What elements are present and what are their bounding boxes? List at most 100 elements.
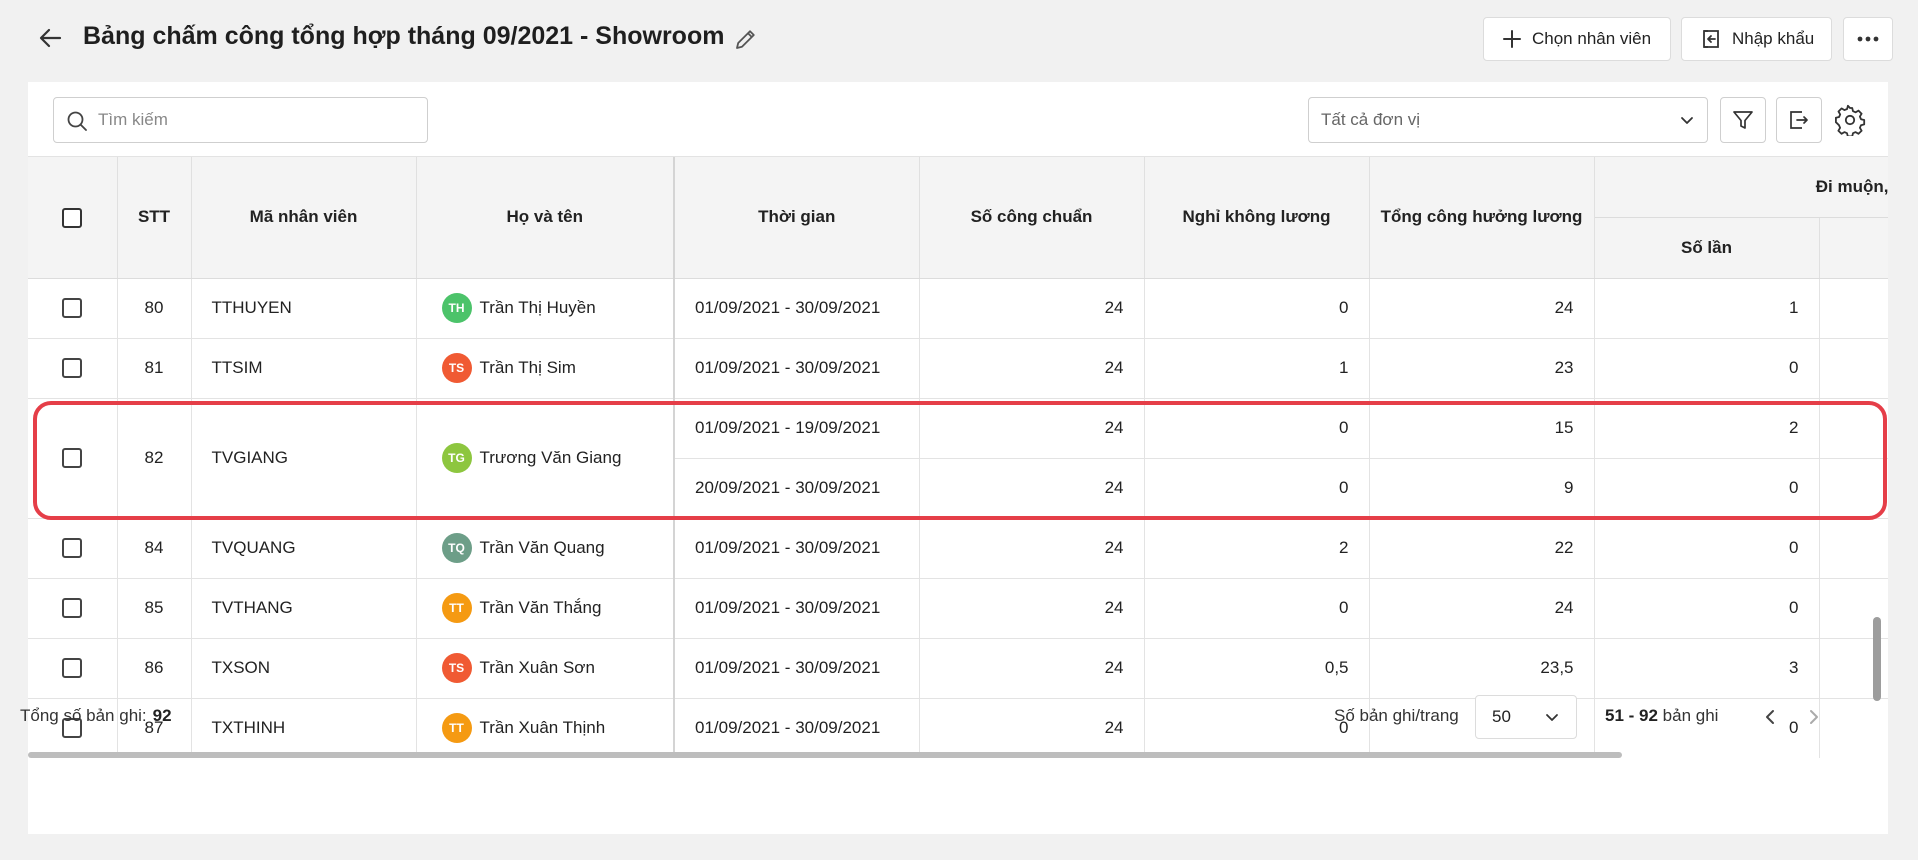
next-page-button[interactable] — [1802, 705, 1826, 729]
table-row[interactable]: 80 TTHUYEN TH Trần Thị Huyền 01/09/2021 - 30… — [28, 278, 1888, 339]
header-bar: Bảng chấm công tổng hợp tháng 09/2021 - … — [0, 0, 1918, 80]
cell-stt: 86 — [117, 638, 192, 699]
cell-time: 01/09/2021 - 19/09/2021 — [673, 398, 920, 459]
import-icon — [1703, 30, 1719, 48]
cell-stt: 80 — [117, 278, 192, 339]
per-page-label: Số bản ghi/trang — [1334, 706, 1459, 725]
cell-paid-total: 24 — [1369, 278, 1595, 339]
export-icon — [1790, 111, 1808, 129]
table-row[interactable]: 84 TVQUANG TQ Trần Văn Quang 01/09/2021 - 30… — [28, 518, 1888, 579]
plus-icon — [1503, 30, 1521, 48]
cell-standard-days: 24 — [919, 518, 1145, 579]
more-button[interactable] — [1843, 17, 1893, 61]
cell-unpaid-leave: 0 — [1144, 458, 1370, 519]
choose-employee-button[interactable]: Chọn nhân viên — [1483, 17, 1671, 61]
import-label: Nhập khẩu — [1732, 29, 1815, 48]
row-select-cell — [28, 638, 118, 699]
total-label: Tổng số bản ghi: — [20, 706, 147, 725]
cell-full-name: TS Trần Xuân Sơn — [416, 638, 675, 699]
col-header-stt[interactable]: STT — [117, 157, 192, 279]
col-header-employee-code[interactable]: Mã nhân viên — [191, 157, 417, 279]
row-checkbox[interactable] — [62, 598, 83, 619]
row-select-cell — [28, 578, 118, 639]
employee-name: TG Trương Văn Giang — [441, 443, 654, 473]
select-all-checkbox[interactable] — [62, 207, 83, 228]
cell-standard-days: 24 — [919, 578, 1145, 639]
cell-standard-days: 24 — [919, 638, 1145, 699]
row-checkbox[interactable] — [62, 658, 83, 679]
more-icon — [1857, 36, 1879, 42]
settings-button[interactable] — [1834, 104, 1866, 138]
search-input[interactable] — [98, 100, 418, 140]
cell-time: 01/09/2021 - 30/09/2021 — [673, 698, 920, 758]
export-button[interactable] — [1776, 97, 1822, 143]
cell-full-name: TG Trương Văn Giang — [416, 398, 675, 519]
employee-name-text: Trần Thị Sim — [479, 358, 576, 377]
cell-employee-code: TVTHANG — [191, 578, 417, 639]
employee-name: TT Trần Xuân Thịnh — [441, 713, 654, 743]
row-select-cell — [28, 398, 118, 519]
cell-time: 01/09/2021 - 30/09/2021 — [673, 338, 920, 399]
employee-name: TS Trần Xuân Sơn — [441, 653, 654, 683]
page-title: Bảng chấm công tổng hợp tháng 09/2021 - … — [83, 22, 725, 50]
cell-standard-days: 24 — [919, 458, 1145, 519]
chevron-left-icon — [1766, 710, 1774, 724]
filter-button[interactable] — [1720, 97, 1766, 143]
cell-time: 01/09/2021 - 30/09/2021 — [673, 278, 920, 339]
total-value: 92 — [152, 706, 172, 725]
import-button[interactable]: Nhập khẩu — [1681, 17, 1832, 61]
chevron-down-icon — [1546, 714, 1558, 721]
row-checkbox[interactable] — [62, 448, 83, 469]
col-header-standard-days[interactable]: Số công chuẩn — [919, 157, 1145, 279]
per-page-select[interactable]: 50 — [1475, 695, 1577, 739]
employee-name: TT Trần Văn Thắng — [441, 593, 654, 623]
cell-employee-code: TXTHINH — [191, 698, 417, 758]
cell-full-name: TQ Trần Văn Quang — [416, 518, 675, 579]
cell-time: 20/09/2021 - 30/09/2021 — [673, 458, 920, 519]
cell-employee-code: TVGIANG — [191, 398, 417, 519]
table-row[interactable]: 86 TXSON TS Trần Xuân Sơn 01/09/2021 - 30/09… — [28, 638, 1888, 699]
total-records: Tổng số bản ghi: 92 — [20, 706, 172, 726]
table-row[interactable]: 82 TVGIANG TG Trương Văn Giang 01/09/2021 - … — [28, 398, 1888, 519]
avatar: TQ — [441, 533, 472, 563]
edit-title-button[interactable] — [732, 25, 760, 53]
cell-employee-code: TVQUANG — [191, 518, 417, 579]
cell-paid-total: 15 — [1369, 398, 1595, 459]
table-body: 80 TTHUYEN TH Trần Thị Huyền 01/09/2021 - 30… — [28, 278, 1888, 758]
back-button[interactable] — [36, 24, 64, 52]
employee-name-text: Trần Xuân Thịnh — [479, 718, 606, 737]
cell-unpaid-leave: 2 — [1144, 518, 1370, 579]
cell-next — [1819, 338, 1888, 399]
cell-full-name: TT Trần Xuân Thịnh — [416, 698, 675, 758]
avatar: TS — [441, 653, 472, 683]
cell-stt: 81 — [117, 338, 192, 399]
horizontal-scrollbar[interactable] — [28, 752, 1622, 758]
prev-page-button[interactable] — [1758, 705, 1782, 729]
table-row[interactable]: 81 TTSIM TS Trần Thị Sim 01/09/2021 - 30/09/… — [28, 338, 1888, 399]
col-header-unpaid-leave[interactable]: Nghỉ không lương — [1144, 157, 1370, 279]
col-header-full-name[interactable]: Họ và tên — [416, 157, 675, 279]
select-all-header — [28, 157, 118, 279]
col-header-paid-total[interactable]: Tổng công hưởng lương — [1369, 157, 1595, 279]
unit-select[interactable]: Tất cả đơn vị — [1308, 97, 1708, 143]
cell-unpaid-leave: 0 — [1144, 278, 1370, 339]
cell-times: 0 — [1594, 458, 1820, 519]
row-checkbox[interactable] — [62, 358, 83, 379]
cell-full-name: TS Trần Thị Sim — [416, 338, 675, 399]
row-checkbox[interactable] — [62, 298, 83, 319]
row-checkbox[interactable] — [62, 538, 83, 559]
cell-standard-days: 24 — [919, 278, 1145, 339]
row-select-cell — [28, 518, 118, 579]
cell-next — [1819, 398, 1888, 459]
cell-next — [1819, 518, 1888, 579]
vertical-scrollbar[interactable] — [1873, 617, 1881, 701]
cell-stt: 85 — [117, 578, 192, 639]
col-group-late-early: Đi muộn, về sớm — [1594, 157, 1888, 218]
timesheet-table-wrapper: STT Mã nhân viên Họ và tên Thời gian Số … — [28, 156, 1888, 758]
col-header-times[interactable]: Số lần — [1594, 217, 1820, 279]
col-header-time[interactable]: Thời gian — [673, 157, 920, 279]
page-range-suffix: bản ghi — [1662, 706, 1719, 725]
employee-name: TH Trần Thị Huyền — [441, 293, 654, 323]
cell-standard-days: 24 — [919, 338, 1145, 399]
table-row[interactable]: 85 TVTHANG TT Trần Văn Thắng 01/09/2021 - 30… — [28, 578, 1888, 639]
